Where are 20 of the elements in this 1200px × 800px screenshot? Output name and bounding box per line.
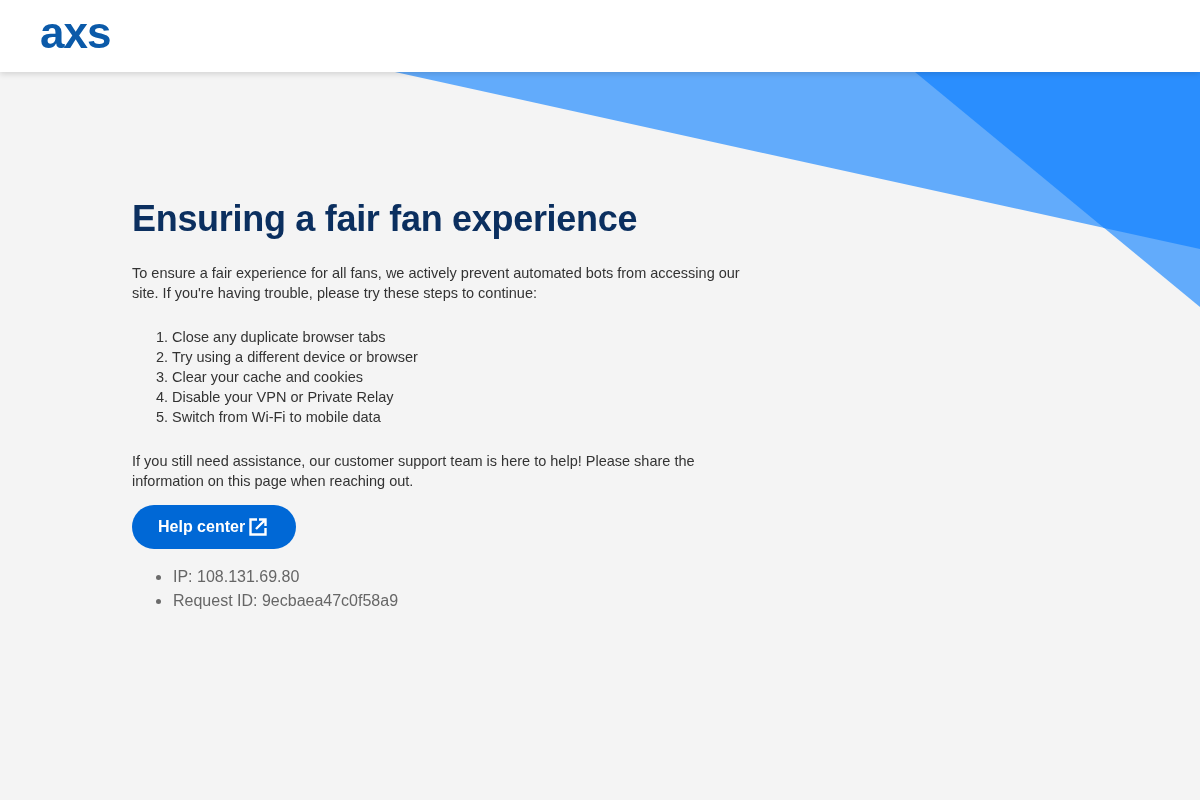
step-number: 1.	[154, 328, 168, 347]
step-number: 2.	[154, 348, 168, 367]
page-heading: Ensuring a fair fan experience	[132, 197, 638, 241]
step-text: Disable your VPN or Private Relay	[172, 388, 394, 407]
step-text: Close any duplicate browser tabs	[172, 328, 386, 347]
bullet-icon	[156, 598, 161, 604]
info-text: IP: 108.131.69.80	[173, 568, 300, 586]
external-link-icon	[248, 517, 269, 537]
assistance-text: If you still need assistance, our customer support team is here to help! Please share the information on this page when reaching out.	[132, 452, 696, 491]
step-number: 4.	[154, 388, 168, 407]
info-text: Request ID: 9ecbaea47c0f58a9	[173, 592, 399, 610]
step-text: Try using a different device or browser	[172, 348, 418, 367]
help-center-button[interactable]: Help center	[132, 505, 297, 549]
step-number: 3.	[154, 368, 168, 387]
intro-text: To ensure a fair experience for all fans, we actively prevent automated bots from accessing our site. If you're having trouble, please try these steps to continue:	[132, 264, 741, 303]
bullet-icon	[156, 574, 161, 580]
step-text: Switch from Wi-Fi to mobile data	[172, 408, 381, 427]
step-number: 5.	[154, 408, 168, 427]
logo[interactable]: axs	[40, 11, 111, 55]
step-text: Clear your cache and cookies	[172, 368, 364, 387]
